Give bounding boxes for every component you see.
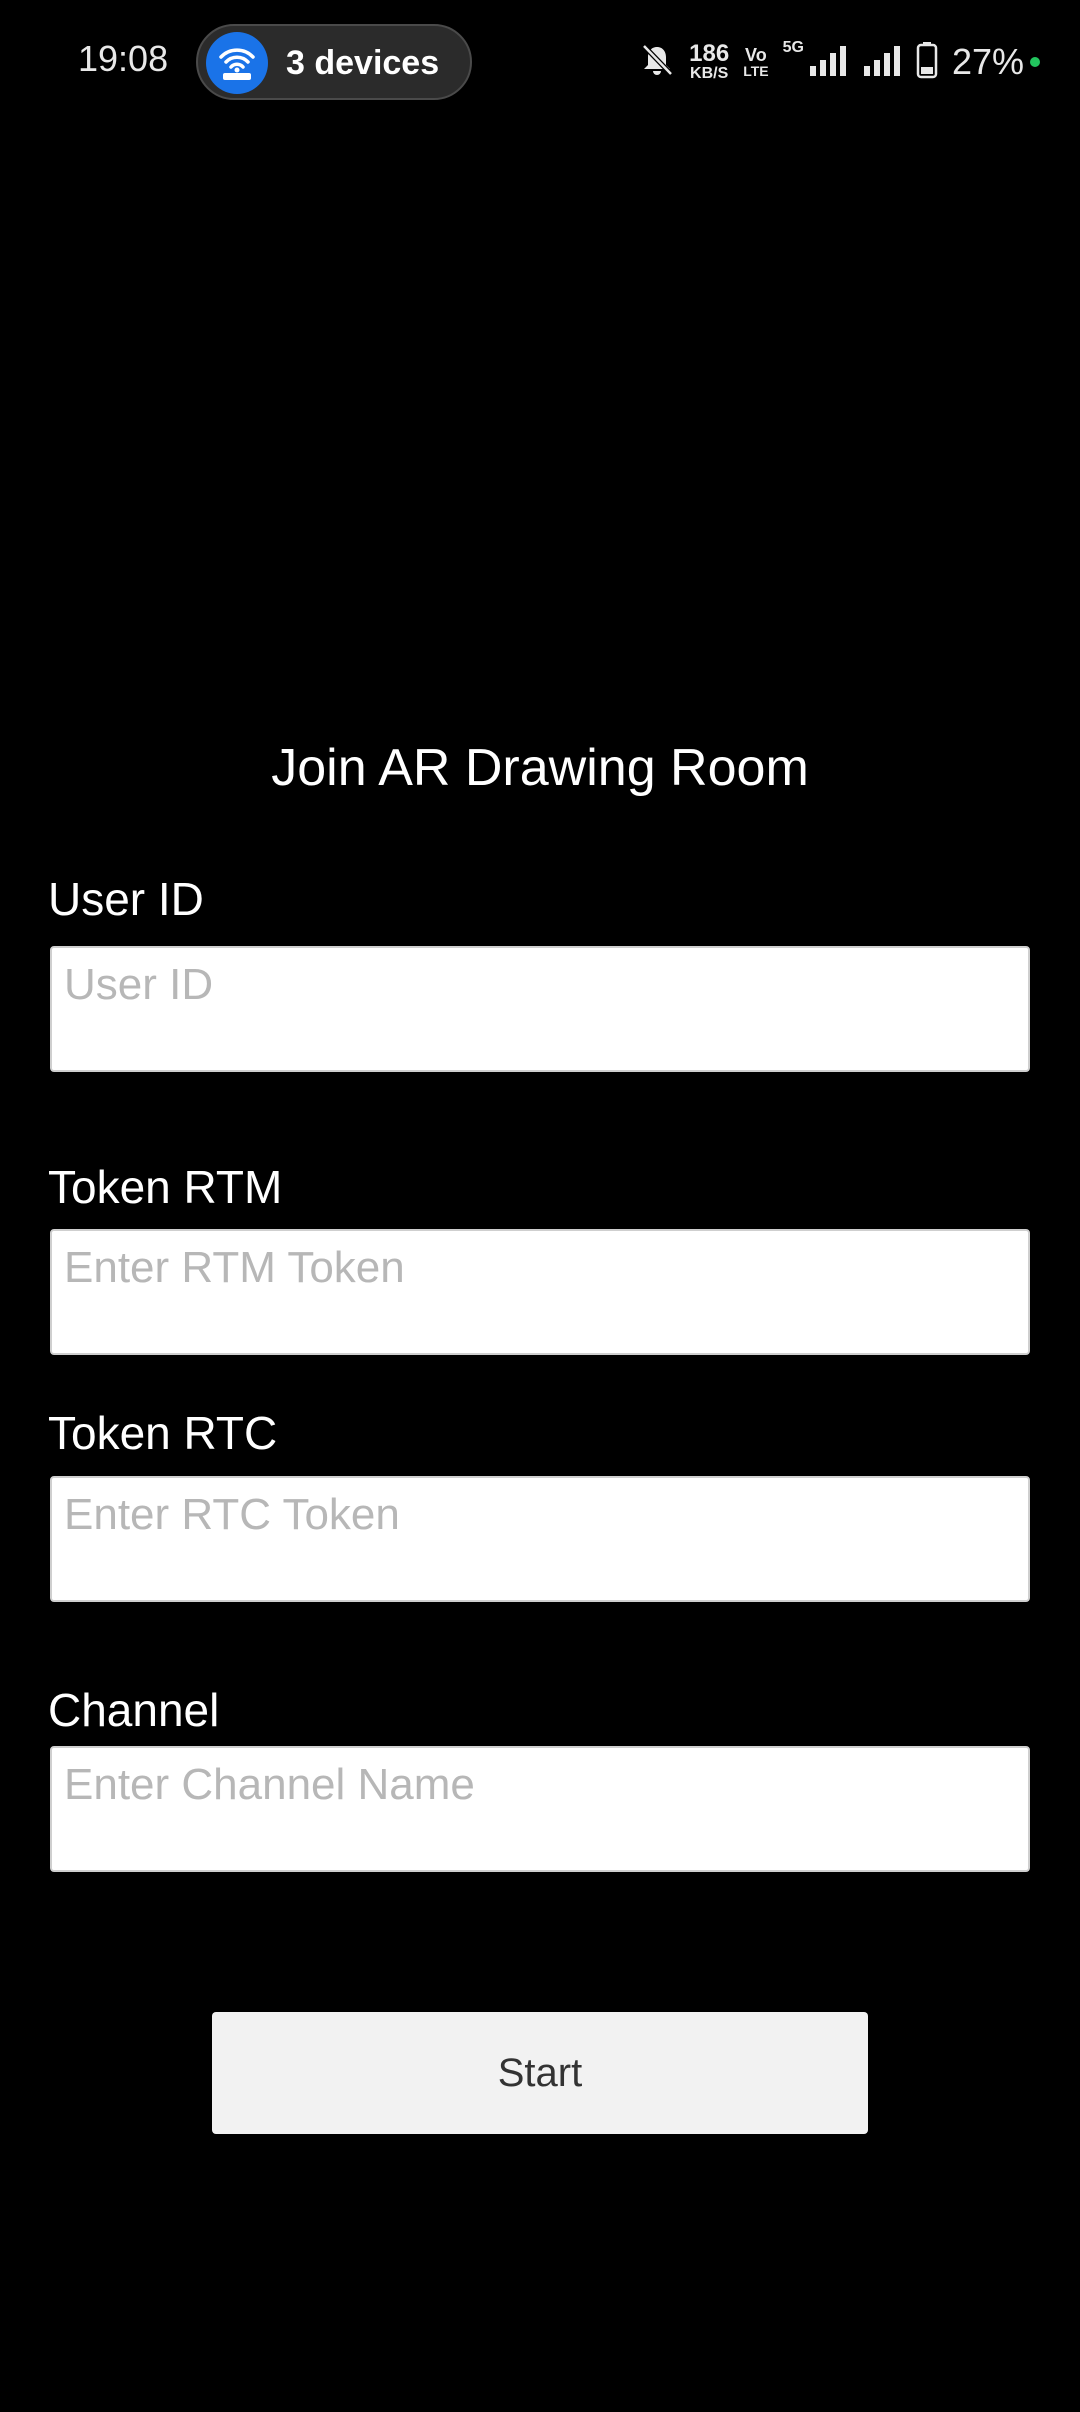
network-type: 5G [782, 39, 804, 56]
status-time: 19:08 [78, 38, 169, 79]
channel-placeholder: Enter Channel Name [64, 1760, 475, 1809]
volte-indicator: Vo LTE [743, 46, 768, 78]
battery-percent: 27% [951, 41, 1024, 82]
page-title: Join AR Drawing Room [271, 739, 809, 797]
token-rtm-label: Token RTM [48, 1161, 283, 1213]
signal-bars-icon [862, 44, 902, 81]
hotspot-devices-label: 3 devices [286, 44, 440, 82]
token-rtc-placeholder: Enter RTC Token [64, 1490, 400, 1539]
user-id-input[interactable]: User ID [50, 946, 1030, 1072]
user-id-placeholder: User ID [64, 960, 214, 1009]
token-rtc-input[interactable]: Enter RTC Token [50, 1476, 1030, 1602]
token-rtc-label: Token RTC [48, 1407, 278, 1459]
network-speed-unit: KB/S [690, 65, 729, 82]
bell-muted-icon [639, 42, 675, 83]
start-button[interactable]: Start [212, 2012, 868, 2134]
token-rtm-placeholder: Enter RTM Token [64, 1243, 405, 1292]
charging-dot [1030, 57, 1040, 67]
hotspot-chip[interactable]: 3 devices [196, 24, 472, 100]
channel-label: Channel [48, 1684, 220, 1736]
status-icons: 186 KB/S Vo LTE 5G 27% [639, 38, 1040, 86]
status-bar: 19:08 3 devices 186 KB/S Vo LTE 5G 27% [0, 0, 1080, 124]
battery-icon [916, 41, 938, 84]
app-screen: 19:08 3 devices 186 KB/S Vo LTE 5G 27% J… [0, 0, 1080, 2412]
channel-input[interactable]: Enter Channel Name [50, 1746, 1030, 1872]
wifi-hotspot-icon [206, 32, 268, 94]
user-id-label: User ID [48, 873, 204, 925]
signal-bars-icon [808, 44, 848, 81]
token-rtm-input[interactable]: Enter RTM Token [50, 1229, 1030, 1355]
network-speed-value: 186 [689, 40, 730, 67]
volte-top: Vo [745, 45, 767, 65]
volte-bottom: LTE [743, 63, 769, 79]
network-speed: 186 KB/S [689, 42, 729, 82]
